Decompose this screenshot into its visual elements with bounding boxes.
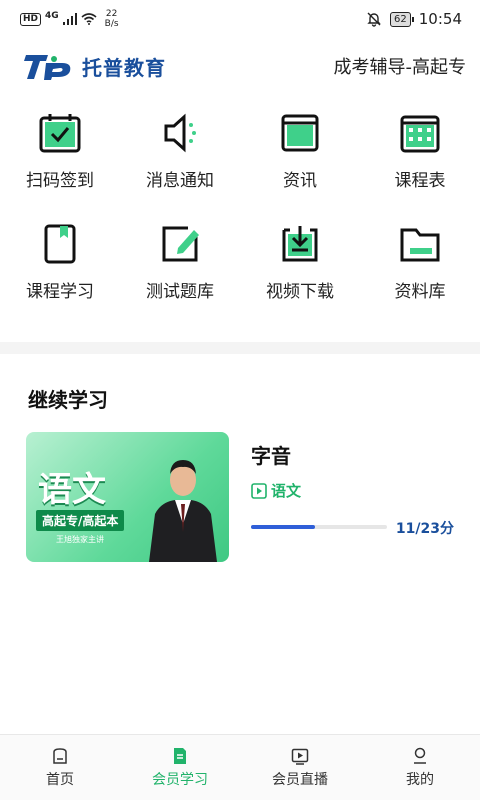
network-type: 4G — [45, 11, 59, 21]
edit-icon — [157, 221, 203, 267]
grid-item-notifications[interactable]: 消息通知 — [120, 110, 240, 191]
progress-bar — [251, 525, 387, 529]
hd-badge: HD — [20, 12, 42, 26]
tab-home[interactable]: 首页 — [0, 735, 120, 800]
play-square-icon — [251, 482, 267, 499]
grid-label: 消息通知 — [146, 171, 214, 191]
battery-indicator: 62 — [390, 11, 414, 27]
bottom-tab-bar: 首页 会员学习 会员直播 我的 — [0, 734, 480, 800]
net-speed-unit: B/s — [104, 19, 119, 29]
brand-name: 托普教育 — [82, 55, 166, 80]
grid-label: 课程表 — [394, 171, 446, 191]
progress-fill — [251, 525, 315, 529]
speaker-icon — [157, 110, 203, 156]
teacher-photo — [149, 460, 217, 562]
thumb-teacher: 王旭独家主讲 — [56, 535, 104, 544]
grid-label: 资料库 — [394, 282, 446, 302]
calendar-grid-icon — [397, 110, 443, 156]
clock: 10:54 — [418, 10, 462, 28]
grid-item-question-bank[interactable]: 测试题库 — [120, 221, 240, 302]
feature-grid: 扫码签到 消息通知 资讯 课程表 课程学习 测试题库 视频下载 资料库 — [0, 110, 480, 302]
window-icon — [277, 110, 323, 156]
course-category-title[interactable]: 成考辅导-高起专 — [334, 53, 467, 79]
tab-member-live[interactable]: 会员直播 — [240, 735, 360, 800]
grid-label: 测试题库 — [146, 282, 214, 302]
thumb-title: 语文 — [38, 470, 106, 510]
download-icon — [277, 221, 323, 267]
bell-off-icon — [367, 12, 381, 27]
folder-icon — [397, 221, 443, 267]
tab-label: 会员直播 — [272, 771, 328, 788]
calendar-check-icon — [37, 110, 83, 156]
progress-text: 11/23分 — [395, 521, 454, 537]
continue-course-card[interactable]: 语文 高起专/高起本 王旭独家主讲 字音 语文 11/23分 — [26, 432, 456, 562]
course-subject: 语文 — [251, 480, 301, 501]
section-divider — [0, 342, 480, 354]
user-icon — [414, 747, 426, 764]
net-speed: 22 B/s — [105, 9, 119, 29]
course-name[interactable]: 字音 — [251, 440, 291, 469]
grid-item-timetable[interactable]: 课程表 — [360, 110, 480, 191]
signal-icon — [62, 13, 77, 25]
home-icon — [53, 747, 67, 764]
status-bar: HD 4G 22 B/s 62 10:54 — [0, 0, 480, 38]
grid-item-video-download[interactable]: 视频下载 — [240, 221, 360, 302]
brand: 托普教育 — [24, 51, 166, 81]
grid-item-news[interactable]: 资讯 — [240, 110, 360, 191]
tab-profile[interactable]: 我的 — [360, 735, 480, 800]
course-info: 字音 语文 11/23分 — [249, 432, 456, 562]
grid-label: 视频下载 — [266, 282, 334, 302]
grid-label: 课程学习 — [26, 282, 94, 302]
tab-member-study[interactable]: 会员学习 — [120, 735, 240, 800]
thumb-subtitle: 高起专/高起本 — [36, 510, 125, 531]
tab-label: 会员学习 — [152, 771, 208, 788]
grid-item-scan-checkin[interactable]: 扫码签到 — [0, 110, 120, 191]
wifi-icon — [81, 13, 97, 25]
app-header: 托普教育 成考辅导-高起专 — [0, 40, 480, 92]
course-thumbnail[interactable]: 语文 高起专/高起本 王旭独家主讲 — [26, 432, 229, 562]
course-subject-label: 语文 — [271, 482, 302, 500]
play-icon — [291, 748, 309, 765]
tp-logo-icon — [24, 55, 71, 80]
net-speed-value: 22 — [105, 9, 118, 19]
status-right: 62 10:54 — [366, 10, 462, 28]
continue-learning-title: 继续学习 — [28, 388, 108, 412]
tab-label: 我的 — [406, 771, 434, 788]
status-left: HD 4G 22 B/s — [20, 9, 119, 29]
grid-label: 扫码签到 — [26, 171, 94, 191]
tab-label: 首页 — [46, 771, 74, 788]
grid-label: 资讯 — [283, 171, 317, 191]
document-icon — [174, 747, 186, 764]
grid-item-course-study[interactable]: 课程学习 — [0, 221, 120, 302]
grid-item-library[interactable]: 资料库 — [360, 221, 480, 302]
book-icon — [37, 221, 83, 267]
